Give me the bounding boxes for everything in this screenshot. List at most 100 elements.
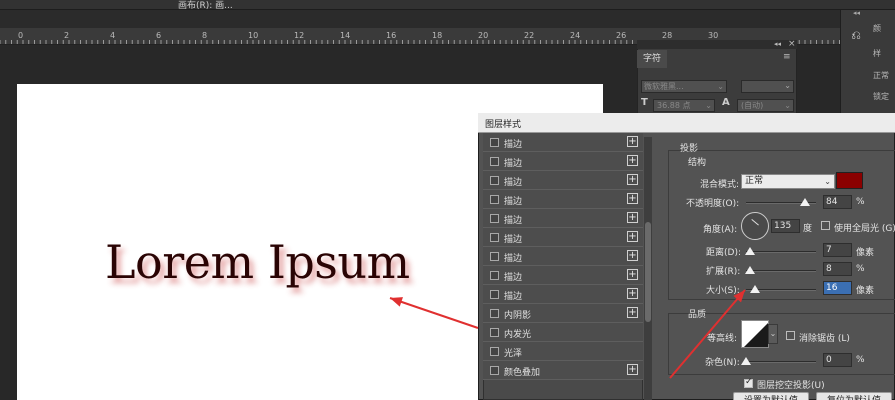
contour-curve-icon [744,323,768,347]
style-list-item[interactable]: 描边 + [483,190,643,209]
style-checkbox[interactable] [490,233,499,242]
add-style-icon[interactable]: + [627,174,638,185]
style-checkbox[interactable] [490,328,499,337]
knockout-checkbox[interactable] [744,377,753,388]
style-checkbox[interactable] [490,157,499,166]
size-label: 大小(S): [706,286,740,296]
panel-collapse-icon[interactable]: ◂◂ [774,40,781,48]
chevron-down-icon: ⌄ [705,101,712,110]
style-label: 描边 [504,273,523,283]
style-checkbox[interactable] [490,366,499,375]
add-style-icon[interactable]: + [627,307,638,318]
style-list-item[interactable]: 颜色叠加 + [483,361,643,380]
history-icon[interactable]: ⎌ [847,28,865,46]
style-label: 描边 [504,140,523,150]
ruler-label: 22 [524,31,534,40]
structure-title: 结构 [688,158,707,168]
leading-field[interactable]: (自动) ⌄ [737,99,794,112]
style-label: 内阴影 [504,311,532,321]
style-list-item[interactable]: 描边 + [483,228,643,247]
ruler-label: 2 [64,31,69,40]
blend-mode-select[interactable]: 正常 ⌄ [741,174,835,189]
style-list-item[interactable]: 描边 + [483,209,643,228]
add-style-icon[interactable]: + [627,250,638,261]
contour-preview[interactable] [741,320,769,348]
dock-item-blend[interactable]: 正常 [873,70,889,81]
dialog-title-bar[interactable] [478,113,895,133]
collapse-arrows-icon[interactable]: ◂◂ [853,9,860,17]
distance-input[interactable]: 7 [823,243,852,257]
style-list-item[interactable]: 描边 + [483,152,643,171]
dock-item-color[interactable]: 颜 [873,23,881,34]
panel-menu-icon[interactable]: ≡ [783,52,791,62]
font-family-value: 微软雅黑... [644,82,684,91]
angle-input[interactable]: 135 [771,219,800,233]
font-family-select[interactable]: 微软雅黑... ⌄ [641,80,727,93]
opacity-slider-thumb[interactable] [799,198,810,206]
add-style-icon[interactable]: + [627,269,638,280]
angle-dial[interactable] [741,212,769,240]
add-style-icon[interactable]: + [627,231,638,242]
style-checkbox[interactable] [490,290,499,299]
noise-label: 杂色(N): [705,358,740,368]
font-size-field[interactable]: 36.88 点 ⌄ [653,99,715,112]
style-checkbox[interactable] [490,309,499,318]
add-style-icon[interactable]: + [627,288,638,299]
style-checkbox[interactable] [490,176,499,185]
font-style-select[interactable]: ⌄ [741,80,794,93]
style-checkbox[interactable] [490,214,499,223]
opacity-input[interactable]: 84 [823,195,852,209]
global-light-checkbox[interactable] [821,221,830,230]
canvas-text-layer[interactable]: Lorem Ipsum [105,235,410,289]
style-checkbox[interactable] [490,252,499,261]
spread-label: 扩展(R): [706,267,741,277]
ruler-label: 12 [294,31,304,40]
dock-item-lock[interactable]: 锁定 [873,91,889,102]
style-checkbox[interactable] [490,138,499,147]
size-input[interactable]: 16 [823,281,852,295]
distance-slider[interactable] [746,251,816,253]
reset-default-button[interactable]: 复位为默认值 [816,392,892,400]
panel-close-icon[interactable]: × [788,39,796,49]
size-unit: 像素 [856,286,875,296]
add-style-icon[interactable]: + [627,212,638,223]
distance-slider-thumb[interactable] [745,247,755,255]
style-list-item[interactable]: 描边 + [483,266,643,285]
style-list-item[interactable]: 描边 + [483,133,643,152]
tab-character[interactable]: 字符 [637,50,667,68]
blend-mode-label: 混合模式: [700,180,740,190]
spread-slider[interactable] [746,270,816,272]
chevron-down-icon[interactable]: ⌄ [768,324,778,344]
add-style-icon[interactable]: + [627,364,638,375]
spread-slider-thumb[interactable] [745,266,755,274]
style-list-item[interactable]: 光泽 [483,342,643,361]
style-list-item[interactable]: 描边 + [483,285,643,304]
add-style-icon[interactable]: + [627,193,638,204]
set-default-button[interactable]: 设置为默认值 [733,392,809,400]
style-list-item[interactable]: 描边 + [483,171,643,190]
noise-slider-thumb[interactable] [741,357,751,365]
font-size-icon: T [641,97,648,108]
style-label: 描边 [504,216,523,226]
shadow-color-swatch[interactable] [836,172,863,189]
size-slider-thumb[interactable] [750,285,760,293]
ruler-label: 6 [156,31,161,40]
section-title-drop-shadow: 投影 [680,144,699,154]
dock-item-swatches[interactable]: 样 [873,48,881,59]
style-label: 描边 [504,159,523,169]
style-checkbox[interactable] [490,271,499,280]
scrollbar-thumb[interactable] [645,222,651,322]
noise-slider[interactable] [746,361,816,363]
add-style-icon[interactable]: + [627,155,638,166]
style-list-item[interactable]: 内发光 [483,323,643,342]
style-list-item[interactable]: 内阴影 + [483,304,643,323]
add-style-icon[interactable]: + [627,136,638,147]
noise-input[interactable]: 0 [823,353,852,367]
spread-input[interactable]: 8 [823,262,852,276]
style-checkbox[interactable] [490,347,499,356]
style-list-item[interactable]: 描边 + [483,247,643,266]
style-checkbox[interactable] [490,195,499,204]
knockout-label: 图层挖空投影(U) [757,381,825,391]
ruler-label: 18 [432,31,442,40]
antialias-checkbox[interactable] [786,331,795,340]
